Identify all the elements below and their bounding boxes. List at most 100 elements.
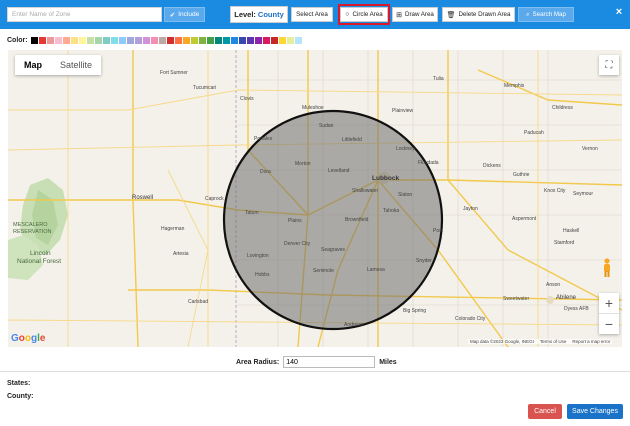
color-swatch[interactable]	[174, 37, 182, 44]
city-label: Muleshoe	[302, 105, 324, 111]
color-swatch[interactable]	[246, 37, 254, 44]
city-label: Big Spring	[403, 308, 427, 314]
city-label: Stamford	[554, 240, 575, 246]
color-swatch[interactable]	[150, 37, 158, 44]
color-label: Color:	[7, 37, 28, 44]
city-label: Portales	[254, 136, 273, 142]
color-swatch[interactable]	[286, 37, 294, 44]
fullscreen-icon[interactable]: ⛶	[599, 55, 619, 75]
pegman-icon[interactable]	[602, 258, 616, 280]
city-label: Levelland	[328, 168, 350, 174]
delete-drawn-area-button[interactable]: 🗑 Delete Drawn Area	[442, 7, 515, 22]
city-label: Aspermont	[512, 216, 537, 222]
city-label: Childress	[552, 105, 573, 111]
color-swatch[interactable]	[110, 37, 118, 44]
color-swatch[interactable]	[86, 37, 94, 44]
draw-area-button[interactable]: ⊞ Draw Area	[392, 7, 438, 22]
city-label: Plainview	[392, 108, 414, 114]
zoom-in-icon[interactable]: +	[599, 293, 619, 313]
color-swatch[interactable]	[94, 37, 102, 44]
map[interactable]: Fort Sumner Tucumcari Clovis Portales Mu…	[8, 50, 622, 347]
city-label: Haskell	[563, 228, 580, 234]
color-swatch[interactable]	[62, 37, 70, 44]
color-swatch[interactable]	[158, 37, 166, 44]
close-icon[interactable]: ×	[612, 5, 626, 19]
abilene-blob	[546, 296, 554, 304]
color-swatch[interactable]	[78, 37, 86, 44]
city-label: Knox City	[544, 188, 566, 194]
city-label: Post	[433, 228, 444, 234]
select-area-button[interactable]: Select Area	[291, 7, 333, 22]
color-swatch[interactable]	[46, 37, 54, 44]
color-swatch[interactable]	[190, 37, 198, 44]
radius-input[interactable]	[283, 356, 376, 368]
city-label: Jayton	[463, 206, 478, 212]
city-label-abilene: Abilene	[556, 295, 577, 301]
save-changes-button[interactable]: Save Changes	[567, 404, 623, 419]
search-map-button[interactable]: ⌕ Search Map	[518, 7, 574, 22]
zoom-out-icon[interactable]: −	[599, 314, 619, 334]
color-swatch[interactable]	[238, 37, 246, 44]
city-label: Plains	[288, 218, 302, 224]
color-swatch[interactable]	[278, 37, 286, 44]
color-swatch[interactable]	[38, 37, 46, 44]
tab-map[interactable]: Map	[15, 55, 51, 75]
color-swatch[interactable]	[166, 37, 174, 44]
color-swatch[interactable]	[262, 37, 270, 44]
city-label: Lovington	[247, 253, 269, 259]
cancel-button[interactable]: Cancel	[528, 404, 562, 419]
color-swatch[interactable]	[54, 37, 62, 44]
city-label: Brownfield	[345, 217, 369, 223]
color-swatch[interactable]	[118, 37, 126, 44]
circle-area-label: Circle Area	[352, 11, 383, 18]
city-label: Roswell	[132, 195, 154, 201]
color-swatch[interactable]	[134, 37, 142, 44]
city-label: Snyder	[416, 258, 432, 264]
city-label: Lamesa	[367, 267, 385, 273]
circle-area-button[interactable]: ○ Circle Area	[340, 7, 388, 22]
terms-link[interactable]: Terms of Use	[540, 339, 567, 344]
city-label: Seagraves	[321, 247, 345, 253]
city-label: Littlefield	[342, 137, 362, 143]
city-label: Carlsbad	[188, 299, 209, 305]
lincoln-label: Lincoln	[30, 250, 51, 257]
color-palette: Color:	[7, 36, 303, 45]
color-swatch[interactable]	[230, 37, 238, 44]
color-swatch[interactable]	[222, 37, 230, 44]
zone-name-input[interactable]	[7, 7, 162, 22]
color-swatch[interactable]	[126, 37, 134, 44]
states-label: States:	[7, 380, 31, 387]
color-swatch[interactable]	[206, 37, 214, 44]
report-link[interactable]: Report a map error	[572, 339, 610, 344]
color-swatch[interactable]	[254, 37, 262, 44]
city-label: Hagerman	[161, 226, 185, 232]
toolbar: ✔ Include Level: County Select Area ○ Ci…	[0, 0, 630, 29]
city-label: Colorado City	[455, 316, 486, 322]
color-swatch[interactable]	[294, 37, 302, 44]
city-label: Anson	[546, 282, 561, 288]
zoom-control: + −	[599, 293, 619, 334]
level-indicator: Level: County	[230, 6, 288, 23]
reservation-label: RESERVATION	[13, 229, 52, 235]
color-swatch[interactable]	[270, 37, 278, 44]
city-label: Tatum	[245, 210, 259, 216]
color-swatch[interactable]	[198, 37, 206, 44]
city-label: Vernon	[582, 146, 598, 152]
radius-unit: Miles	[379, 358, 397, 366]
color-swatch[interactable]	[30, 37, 38, 44]
tab-satellite[interactable]: Satellite	[51, 55, 101, 75]
map-canvas[interactable]	[8, 50, 622, 347]
city-label: Seymour	[573, 191, 594, 197]
include-button[interactable]: ✔ Include	[164, 7, 205, 22]
circle-selection[interactable]	[222, 109, 444, 331]
color-swatch[interactable]	[182, 37, 190, 44]
city-label: Fort Sumner	[160, 70, 188, 76]
color-swatch[interactable]	[70, 37, 78, 44]
color-swatch[interactable]	[214, 37, 222, 44]
city-label: Sweetwater	[503, 296, 530, 302]
color-swatch[interactable]	[142, 37, 150, 44]
city-label: Artesia	[173, 251, 189, 257]
radius-label: Area Radius:	[236, 358, 280, 366]
google-logo: Google	[11, 333, 46, 344]
color-swatch[interactable]	[102, 37, 110, 44]
